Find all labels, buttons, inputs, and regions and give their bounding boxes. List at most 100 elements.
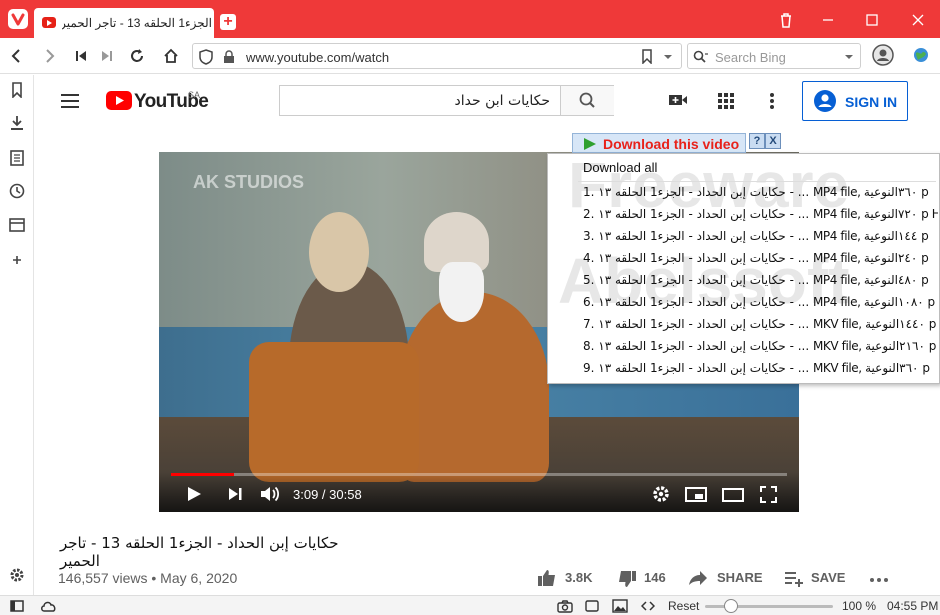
volume-icon[interactable] <box>259 484 281 504</box>
play-icon[interactable] <box>186 486 202 502</box>
search-placeholder: Search Bing <box>715 50 786 65</box>
download-menu: Freeware Abelssoft Download all 1. حكايا… <box>547 153 940 384</box>
shield-icon[interactable] <box>199 49 213 65</box>
notes-icon[interactable] <box>9 150 25 166</box>
download-option[interactable]: 7. حكايات إبن الحداد - الجزء1 الحلقه ١٣ … <box>583 317 938 339</box>
profile-avatar-icon[interactable] <box>872 44 894 66</box>
video-figure-center <box>399 292 549 482</box>
maximize-button[interactable] <box>862 10 882 30</box>
address-bar: www.youtube.com/watch Search Bing <box>0 38 940 74</box>
like-icon[interactable] <box>537 569 557 587</box>
save-button[interactable]: SAVE <box>811 570 845 585</box>
download-option[interactable]: 2. حكايات إبن الحداد - الجزء1 الحلقه ١٣ … <box>583 207 938 229</box>
search-icon <box>693 50 709 64</box>
fast-forward-icon[interactable] <box>98 47 116 65</box>
video-figure-center-beard <box>439 262 484 322</box>
youtube-region-code: SA <box>188 90 201 100</box>
download-option[interactable]: 6. حكايات إبن الحداد - الجزء1 الحلقه ١٣ … <box>583 295 938 317</box>
youtube-search-input[interactable] <box>280 86 560 115</box>
youtube-header: YouTube SA SIGN IN <box>35 75 940 127</box>
tile-window-icon[interactable] <box>585 599 599 613</box>
create-video-icon[interactable] <box>668 92 688 108</box>
share-icon[interactable] <box>688 570 708 586</box>
download-menu-divider <box>578 181 936 182</box>
sign-in-button[interactable]: SIGN IN <box>802 81 908 121</box>
close-window-button[interactable] <box>908 10 928 30</box>
video-figure-left-legs <box>249 342 419 482</box>
panel-toggle-icon[interactable] <box>10 599 24 613</box>
fullscreen-icon[interactable] <box>760 486 777 503</box>
download-video-label: Download this video <box>603 136 740 152</box>
zoom-reset-button[interactable]: Reset <box>668 599 699 613</box>
download-video-tab[interactable]: Download this video <box>572 133 746 153</box>
zoom-level: 100 % <box>842 599 877 613</box>
back-button[interactable] <box>8 47 26 65</box>
like-count[interactable]: 3.8K <box>565 570 592 585</box>
more-vertical-icon[interactable] <box>769 92 775 110</box>
forward-button[interactable] <box>40 47 58 65</box>
download-help-button[interactable]: ? <box>749 133 765 149</box>
lock-icon[interactable] <box>223 50 235 64</box>
chevron-down-icon[interactable] <box>663 53 673 61</box>
minimize-button[interactable] <box>818 10 838 30</box>
youtube-logo-icon[interactable] <box>106 91 132 110</box>
new-tab-button[interactable]: + <box>220 14 236 30</box>
title-bar: الجزء1 الحلقه 13 - تاجر الحمير + <box>0 0 940 38</box>
dislike-icon[interactable] <box>617 570 637 588</box>
add-panel-icon[interactable] <box>9 252 25 268</box>
sign-in-label: SIGN IN <box>845 94 898 110</box>
video-progress-fill <box>171 473 234 476</box>
next-video-icon[interactable] <box>227 486 243 502</box>
video-watermark: AK STUDIOS <box>193 172 305 192</box>
chevron-down-icon[interactable] <box>844 53 854 61</box>
tab-active[interactable]: الجزء1 الحلقه 13 - تاجر الحمير <box>34 8 214 38</box>
bookmarks-icon[interactable] <box>9 82 25 98</box>
download-option[interactable]: 8. حكايات إبن الحداد - الجزء1 الحلقه ١٣ … <box>583 339 938 361</box>
apps-grid-icon[interactable] <box>717 92 735 110</box>
settings-gear-icon[interactable] <box>652 485 670 503</box>
history-icon[interactable] <box>9 183 25 199</box>
settings-gear-icon[interactable] <box>9 567 25 583</box>
home-icon[interactable] <box>162 47 180 65</box>
video-progress-bar[interactable] <box>171 473 787 476</box>
bookmark-icon[interactable] <box>641 49 653 64</box>
download-option[interactable]: 4. حكايات إبن الحداد - الجزء1 الحلقه ١٣ … <box>583 251 938 273</box>
download-option[interactable]: 5. حكايات إبن الحداد - الجزء1 الحلقه ١٣ … <box>583 273 938 295</box>
theater-mode-icon[interactable] <box>722 488 744 502</box>
more-actions-icon[interactable] <box>869 577 889 583</box>
cloud-sync-icon[interactable] <box>40 599 58 613</box>
miniplayer-icon[interactable] <box>685 487 707 502</box>
download-all-item[interactable]: Download all <box>583 160 657 175</box>
dislike-count[interactable]: 146 <box>644 570 666 585</box>
download-option[interactable]: 9. حكايات إبن الحداد - الجزء1 الحلقه ١٣ … <box>583 361 938 383</box>
youtube-favicon-icon <box>42 17 56 28</box>
camera-icon[interactable] <box>557 599 573 613</box>
rewind-icon[interactable] <box>72 47 90 65</box>
hamburger-menu-icon[interactable] <box>60 93 80 109</box>
video-time-display: 3:09 / 30:58 <box>293 487 362 502</box>
window-panel-icon[interactable] <box>9 217 25 233</box>
search-engine-field[interactable]: Search Bing <box>687 43 861 69</box>
trash-icon[interactable] <box>776 10 796 30</box>
youtube-search-button[interactable] <box>560 86 614 115</box>
url-text: www.youtube.com/watch <box>246 50 390 65</box>
account-circle-icon <box>814 90 836 112</box>
download-option[interactable]: 3. حكايات إبن الحداد - الجزء1 الحلقه ١٣ … <box>583 229 938 251</box>
url-field[interactable]: www.youtube.com/watch <box>192 43 682 69</box>
youtube-search-bar <box>279 85 614 116</box>
extension-globe-icon[interactable] <box>912 46 930 64</box>
reload-icon[interactable] <box>128 47 146 65</box>
status-bar: Reset 100 % 04:55 PM <box>0 595 940 615</box>
video-figure-left-head <box>309 212 369 292</box>
side-panel <box>0 75 34 595</box>
image-toggle-icon[interactable] <box>612 599 628 613</box>
code-icon[interactable] <box>641 599 655 613</box>
download-option[interactable]: 1. حكايات إبن الحداد - الجزء1 الحلقه ١٣ … <box>583 185 938 207</box>
download-close-button[interactable]: X <box>765 133 781 149</box>
save-playlist-icon[interactable] <box>784 571 804 587</box>
downloads-icon[interactable] <box>9 115 25 131</box>
vivaldi-menu-icon[interactable] <box>8 9 28 29</box>
clock: 04:55 PM <box>887 599 939 613</box>
share-button[interactable]: SHARE <box>717 570 763 585</box>
zoom-slider-handle[interactable] <box>724 599 738 613</box>
